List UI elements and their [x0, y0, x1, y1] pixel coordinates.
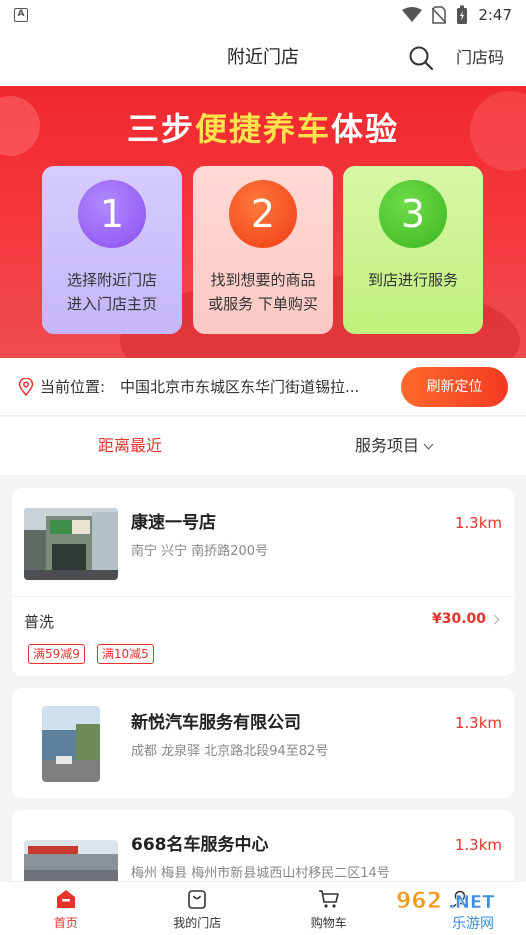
- current-address: 中国北京市东城区东华门街道锡拉...: [120, 378, 360, 396]
- store-photo: [24, 840, 118, 881]
- tab-cart[interactable]: 购物车: [263, 882, 395, 935]
- chevron-right-icon: [489, 614, 500, 625]
- store-bag-icon: [188, 890, 207, 909]
- tab-my-store[interactable]: 我的门店: [132, 882, 264, 935]
- location-label: 当前位置:: [40, 378, 106, 396]
- store-photo: [24, 508, 118, 580]
- page-title: 附近门店: [227, 47, 299, 68]
- store-card[interactable]: 668名车服务中心 梅州 梅县 梅州市新县城西山村移民二区14号 1.3km: [12, 810, 514, 881]
- step-text: 到店进行服务: [343, 268, 483, 292]
- step-text: 找到想要的商品 或服务 下单购买: [193, 268, 333, 316]
- sort-distance-tab[interactable]: 距离最近: [98, 417, 162, 475]
- watermark-logo: 962 .NET 乐游网: [396, 889, 496, 932]
- wifi-icon: [402, 7, 423, 22]
- coupon-tag: 满59减9: [28, 644, 85, 664]
- step-line: 找到想要的商品: [210, 271, 316, 289]
- search-icon[interactable]: [408, 45, 434, 71]
- status-bar: A 2:47: [0, 0, 526, 30]
- headline-highlight: 便捷养车: [194, 110, 331, 148]
- store-name: 新悦汽车服务有限公司: [131, 713, 301, 733]
- tab-label: 我的门店: [173, 916, 222, 930]
- store-distance: 1.3km: [454, 836, 502, 854]
- store-name: 康速一号店: [131, 513, 216, 533]
- store-code-button[interactable]: 门店码: [456, 30, 504, 86]
- step-card-1: 1 选择附近门店 进入门店主页: [42, 166, 182, 334]
- store-distance: 1.3km: [454, 714, 502, 732]
- store-distance: 1.3km: [454, 514, 502, 532]
- home-icon: [56, 890, 75, 908]
- headline-part: 三步: [126, 110, 195, 148]
- headline-part: 体验: [331, 110, 400, 148]
- step-line: 到店进行服务: [367, 271, 458, 289]
- step-text: 选择附近门店 进入门店主页: [42, 268, 182, 316]
- store-photo: [42, 706, 100, 782]
- step-line: 进入门店主页: [66, 295, 157, 313]
- chevron-down-icon: [423, 439, 434, 450]
- service-filter-label: 服务项目: [355, 436, 420, 455]
- coupon-tag: 满10减5: [96, 644, 154, 664]
- tab-label: 购物车: [310, 916, 347, 930]
- store-card[interactable]: 康速一号店 南宁 兴宁 南挢路200号 1.3km 普洗 ¥30.00 满59减…: [12, 488, 514, 676]
- service-filter-dropdown[interactable]: 服务项目: [355, 417, 434, 475]
- location-bar: 当前位置: 中国北京市东城区东华门街道锡拉... 刷新定位: [0, 358, 526, 416]
- status-icons: 2:47: [402, 5, 512, 25]
- battery-icon: [457, 5, 468, 24]
- service-row[interactable]: 普洗 ¥30.00 满59减9 满10减5: [12, 596, 514, 664]
- step-number: 3: [379, 180, 447, 248]
- step-line: 选择附近门店: [66, 271, 157, 289]
- store-name: 668名车服务中心: [131, 835, 269, 855]
- service-price: ¥30.00: [431, 611, 486, 627]
- store-address: 南宁 兴宁 南挢路200号: [131, 544, 269, 559]
- clock: 2:47: [478, 6, 512, 24]
- no-sim-icon: [432, 6, 447, 24]
- step-number: 2: [229, 180, 297, 248]
- tab-label: 首页: [53, 916, 78, 930]
- cart-icon: [318, 890, 339, 908]
- store-card[interactable]: 新悦汽车服务有限公司 成都 龙泉驿 北京路北段94至82号 1.3km: [12, 688, 514, 798]
- step-line: 或服务 下单购买: [208, 295, 318, 313]
- step-card-3: 3 到店进行服务: [343, 166, 483, 334]
- service-name: 普洗: [24, 613, 55, 631]
- tab-home[interactable]: 首页: [0, 882, 132, 935]
- nav-bar: 附近门店 门店码: [0, 30, 526, 86]
- step-card-2: 2 找到想要的商品 或服务 下单购买: [193, 166, 333, 334]
- store-address: 梅州 梅县 梅州市新县城西山村移民二区14号: [131, 866, 390, 881]
- location-pin-icon: [18, 378, 34, 396]
- filter-bar: 距离最近 服务项目: [0, 417, 526, 475]
- svg-text:乐游网: 乐游网: [452, 916, 494, 932]
- app-notification-icon: A: [14, 8, 28, 22]
- coupon-list: 满59减9 满10减5: [28, 644, 154, 664]
- svg-text:962: 962: [396, 889, 442, 914]
- refresh-location-button[interactable]: 刷新定位: [401, 367, 508, 407]
- step-number: 1: [78, 180, 146, 248]
- store-address: 成都 龙泉驿 北京路北段94至82号: [131, 744, 329, 759]
- banner-headline: 三步便捷养车体验: [0, 104, 526, 150]
- svg-text:.NET: .NET: [448, 892, 495, 913]
- promo-banner[interactable]: 三步便捷养车体验 1 选择附近门店 进入门店主页 2 找到想要的商品 或服务 下…: [0, 86, 526, 358]
